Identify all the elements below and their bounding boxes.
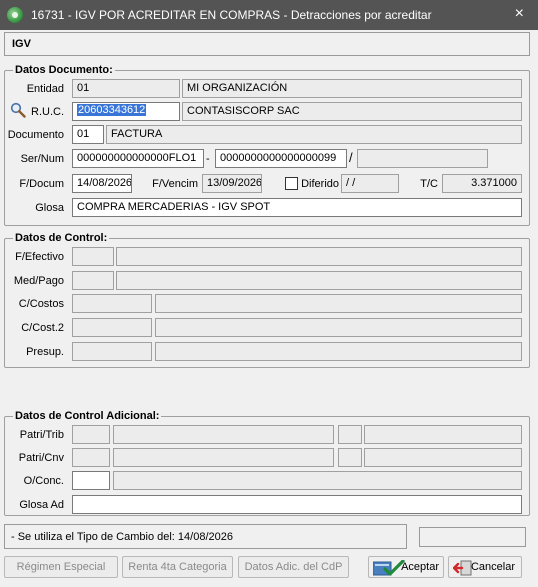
presup-desc-field — [155, 342, 522, 361]
entidad-code-field[interactable]: 01 — [72, 79, 180, 98]
glosa-input[interactable]: COMPRA MERCADERIAS - IGV SPOT — [72, 198, 522, 217]
magnifier-icon[interactable] — [10, 102, 26, 118]
fdocum-input[interactable]: 14/08/2026 — [72, 174, 132, 193]
igv-label: IGV — [12, 38, 31, 50]
patri-cnv-desc-field — [113, 448, 334, 467]
datos-control-adicional-title: Datos de Control Adicional: — [13, 410, 162, 422]
tc-field[interactable]: 3.371000 — [442, 174, 522, 193]
datos-control-title: Datos de Control: — [13, 232, 110, 244]
aceptar-label: Aceptar — [401, 561, 439, 573]
patri-trib-label: Patri/Trib — [19, 429, 64, 441]
glosa-ad-label: Glosa Ad — [19, 499, 64, 511]
oconc-label: O/Conc. — [23, 475, 64, 487]
diferido-checkbox[interactable] — [285, 177, 298, 190]
renta-4ta-categoria-button[interactable]: Renta 4ta Categoria — [122, 556, 233, 578]
glosa-label: Glosa — [35, 202, 64, 214]
documento-label: Documento — [7, 129, 64, 141]
ccost2-code-field[interactable] — [72, 318, 152, 337]
patri-cnv-desc2-field — [364, 448, 522, 467]
ruc-value: 20603343612 — [77, 104, 147, 116]
ccostos-desc-field — [155, 294, 522, 313]
patri-cnv-label: Patri/Cnv — [18, 452, 64, 464]
ccost2-label: C/Cost.2 — [21, 322, 64, 334]
fvencim-label: F/Vencim — [152, 178, 198, 190]
ruc-name-field: CONTASISCORP SAC — [182, 102, 522, 121]
tc-label: T/C — [420, 178, 438, 190]
aceptar-button[interactable]: Aceptar — [368, 556, 444, 578]
regimen-especial-button[interactable]: Régimen Especial — [4, 556, 118, 578]
sernum-label: Ser/Num — [20, 153, 64, 165]
ccostos-code-field[interactable] — [72, 294, 152, 313]
oconc-desc-field — [113, 471, 522, 490]
patri-trib-code2-field[interactable] — [338, 425, 362, 444]
datos-documento-title: Datos Documento: — [13, 64, 115, 76]
glosa-ad-input[interactable] — [72, 495, 522, 514]
fefectivo-label: F/Efectivo — [15, 251, 64, 263]
fdocum-label: F/Docum — [19, 178, 64, 190]
status-extra-panel — [419, 527, 526, 547]
datos-adic-cdp-button[interactable]: Datos Adic. del CdP — [238, 556, 349, 578]
medpago-desc-field — [116, 271, 522, 290]
status-message: - Se utiliza el Tipo de Cambio del: 14/0… — [11, 531, 233, 543]
oconc-input[interactable] — [72, 471, 110, 490]
patri-trib-desc2-field — [364, 425, 522, 444]
patri-cnv-code2-field[interactable] — [338, 448, 362, 467]
ruc-label: R.U.C. — [31, 106, 64, 118]
fefectivo-code-field[interactable] — [72, 247, 114, 266]
app-logo-icon — [7, 7, 23, 23]
ccostos-label: C/Costos — [18, 298, 64, 310]
numero-input[interactable]: 0000000000000000099 — [215, 149, 347, 168]
patri-trib-desc-field — [113, 425, 334, 444]
documento-name-field: FACTURA — [106, 125, 522, 144]
cancelar-label: Cancelar — [470, 561, 515, 573]
diferido-label: Diferido — [301, 178, 339, 190]
sernum-slash: / — [349, 150, 353, 165]
entidad-label: Entidad — [26, 83, 64, 95]
fvencim-field[interactable]: 13/09/2026 — [202, 174, 262, 193]
sernum-extra-field[interactable] — [357, 149, 488, 168]
igv-header-bar: IGV — [4, 32, 530, 56]
title-bar: 16731 - IGV POR ACREDITAR EN COMPRAS - D… — [0, 0, 538, 30]
close-icon[interactable]: × — [515, 6, 524, 22]
fefectivo-desc-field — [116, 247, 522, 266]
diferido-date-field[interactable]: / / — [341, 174, 399, 193]
medpago-label: Med/Pago — [13, 275, 64, 287]
accept-icon — [373, 560, 405, 576]
entidad-name-field: MI ORGANIZACIÓN — [182, 79, 522, 98]
medpago-code-field[interactable] — [72, 271, 114, 290]
window-title: 16731 - IGV POR ACREDITAR EN COMPRAS - D… — [31, 8, 432, 22]
presup-code-field[interactable] — [72, 342, 152, 361]
documento-code-input[interactable]: 01 — [72, 125, 104, 144]
sernum-dash: - — [206, 153, 210, 165]
cancel-icon — [453, 560, 472, 576]
patri-trib-code-field[interactable] — [72, 425, 110, 444]
patri-cnv-code-field[interactable] — [72, 448, 110, 467]
serie-input[interactable]: 000000000000000FLO1 — [72, 149, 204, 168]
ruc-input[interactable]: 20603343612 — [72, 102, 180, 121]
presup-label: Presup. — [26, 346, 64, 358]
cancelar-button[interactable]: Cancelar — [448, 556, 522, 578]
ccost2-desc-field — [155, 318, 522, 337]
status-bar: - Se utiliza el Tipo de Cambio del: 14/0… — [4, 524, 407, 549]
